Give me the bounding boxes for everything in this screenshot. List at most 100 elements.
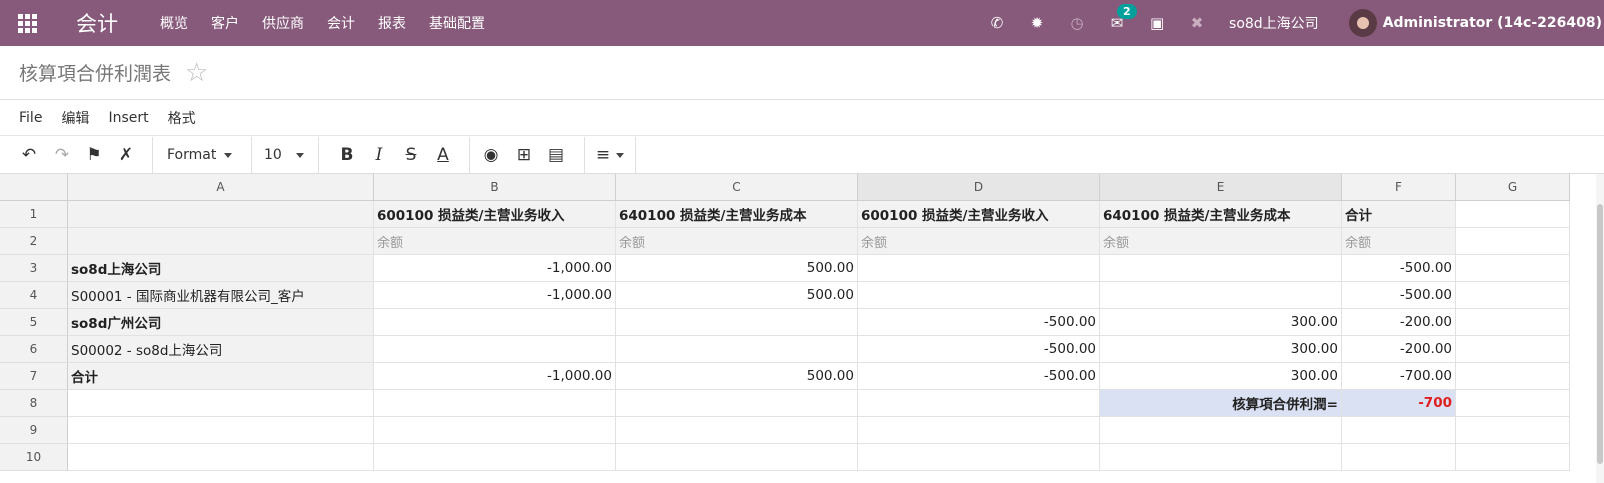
bold-icon[interactable]: B bbox=[331, 137, 363, 174]
sheet-cell[interactable]: S00001 - 国际商业机器有限公司_客户 bbox=[68, 282, 374, 309]
row-header[interactable]: 5 bbox=[0, 309, 68, 336]
sheet-cell[interactable] bbox=[1456, 228, 1570, 255]
menu-item-reporting[interactable]: 报表 bbox=[378, 13, 406, 33]
italic-icon[interactable]: I bbox=[363, 137, 395, 174]
sheet-cell[interactable]: S00002 - so8d上海公司 bbox=[68, 336, 374, 363]
sheet-cell[interactable] bbox=[374, 417, 616, 444]
sheet-cell[interactable] bbox=[68, 201, 374, 228]
sheet-cell[interactable]: -500.00 bbox=[858, 309, 1100, 336]
sheet-cell[interactable]: so8d上海公司 bbox=[68, 255, 374, 282]
sheet-cell[interactable]: 300.00 bbox=[1100, 363, 1342, 390]
favorite-star-icon[interactable]: ☆ bbox=[185, 58, 208, 88]
merge-cells-icon[interactable]: ▤ bbox=[540, 137, 572, 174]
menu-item-overview[interactable]: 概览 bbox=[160, 13, 188, 33]
sheet-cell[interactable]: -700.00 bbox=[1342, 363, 1456, 390]
clear-format-icon[interactable]: ✗ bbox=[110, 137, 142, 174]
row-header[interactable]: 2 bbox=[0, 228, 68, 255]
sheet-cell[interactable] bbox=[1100, 444, 1342, 471]
menu-edit[interactable]: 编辑 bbox=[61, 108, 89, 128]
sheet-cell[interactable]: -200.00 bbox=[1342, 309, 1456, 336]
sheet-cell[interactable] bbox=[68, 417, 374, 444]
row-header[interactable]: 3 bbox=[0, 255, 68, 282]
sheet-cell[interactable] bbox=[1456, 417, 1570, 444]
sheet-cell[interactable]: -500.00 bbox=[858, 336, 1100, 363]
sheet-cell[interactable] bbox=[858, 282, 1100, 309]
avatar[interactable] bbox=[1348, 9, 1377, 37]
sheet-cell[interactable]: 余额 bbox=[374, 228, 616, 255]
menu-insert[interactable]: Insert bbox=[108, 110, 148, 126]
text-color-icon[interactable]: A bbox=[427, 137, 459, 174]
sheet-cell[interactable] bbox=[858, 255, 1100, 282]
row-header[interactable]: 10 bbox=[0, 444, 68, 471]
phone-icon[interactable]: ✆ bbox=[977, 14, 1017, 32]
row-header[interactable]: 4 bbox=[0, 282, 68, 309]
page-title[interactable]: 核算項合併利潤表 bbox=[19, 59, 171, 86]
paint-format-icon[interactable]: ⚑ bbox=[78, 137, 110, 174]
bug-icon[interactable]: ✹ bbox=[1017, 14, 1057, 32]
menu-format[interactable]: 格式 bbox=[168, 108, 196, 128]
sheet-cell[interactable]: -1,000.00 bbox=[374, 255, 616, 282]
vertical-scrollbar[interactable] bbox=[1596, 174, 1604, 483]
corner-header[interactable] bbox=[0, 174, 68, 201]
sheet-cell[interactable]: 640100 损益类/主营业务成本 bbox=[1100, 201, 1342, 228]
column-header[interactable]: C bbox=[616, 174, 858, 201]
sheet-cell[interactable] bbox=[616, 336, 858, 363]
sheet-cell[interactable] bbox=[616, 444, 858, 471]
sheet-cell[interactable] bbox=[1456, 201, 1570, 228]
user-menu[interactable]: Administrator (14c-226408) bbox=[1383, 15, 1602, 31]
sheet-cell[interactable]: 余额 bbox=[616, 228, 858, 255]
sheet-cell[interactable]: 300.00 bbox=[1100, 309, 1342, 336]
row-header[interactable]: 7 bbox=[0, 363, 68, 390]
menu-item-configuration[interactable]: 基础配置 bbox=[429, 13, 485, 33]
align-dropdown[interactable]: ≡ bbox=[585, 137, 635, 174]
sheet-cell[interactable]: 余额 bbox=[1100, 228, 1342, 255]
sheet-cell[interactable] bbox=[858, 390, 1100, 417]
borders-icon[interactable]: ⊞ bbox=[508, 137, 540, 174]
sheet-cell[interactable] bbox=[68, 390, 374, 417]
sheet-cell[interactable]: -500.00 bbox=[1342, 255, 1456, 282]
sheet-cell[interactable] bbox=[68, 444, 374, 471]
column-header[interactable]: B bbox=[374, 174, 616, 201]
sheet-cell[interactable] bbox=[1456, 363, 1570, 390]
sheet-cell[interactable]: 600100 损益类/主营业务收入 bbox=[374, 201, 616, 228]
gift-icon[interactable]: ▣ bbox=[1137, 14, 1177, 32]
menu-file[interactable]: File bbox=[19, 110, 42, 126]
sheet-cell[interactable] bbox=[1456, 336, 1570, 363]
row-header[interactable]: 1 bbox=[0, 201, 68, 228]
sheet-cell[interactable] bbox=[374, 309, 616, 336]
sheet-cell[interactable] bbox=[616, 309, 858, 336]
row-header[interactable]: 9 bbox=[0, 417, 68, 444]
sheet-cell[interactable]: 640100 损益类/主营业务成本 bbox=[616, 201, 858, 228]
row-header[interactable]: 8 bbox=[0, 390, 68, 417]
fill-color-icon[interactable]: ◉ bbox=[474, 137, 508, 174]
row-header[interactable]: 6 bbox=[0, 336, 68, 363]
menu-item-customers[interactable]: 客户 bbox=[211, 13, 239, 33]
sheet-cell[interactable]: 500.00 bbox=[616, 363, 858, 390]
undo-icon[interactable]: ↶ bbox=[12, 137, 46, 174]
sheet-cell[interactable] bbox=[1456, 282, 1570, 309]
sheet-cell[interactable]: -500.00 bbox=[858, 363, 1100, 390]
sheet-cell[interactable]: -1,000.00 bbox=[374, 282, 616, 309]
sheet-cell[interactable]: 500.00 bbox=[616, 255, 858, 282]
column-header[interactable]: F bbox=[1342, 174, 1456, 201]
messages-icon[interactable]: ✉ 2 bbox=[1097, 4, 1137, 32]
format-dropdown[interactable]: Format bbox=[153, 147, 251, 163]
tools-icon[interactable]: ✖ bbox=[1177, 14, 1217, 32]
sheet-cell[interactable]: -1,000.00 bbox=[374, 363, 616, 390]
column-header[interactable]: G bbox=[1456, 174, 1570, 201]
column-header[interactable]: A bbox=[68, 174, 374, 201]
sheet-cell[interactable] bbox=[1456, 390, 1570, 417]
sheet-cell[interactable]: so8d广州公司 bbox=[68, 309, 374, 336]
font-size-dropdown[interactable]: 10 bbox=[252, 147, 318, 163]
sheet-cell[interactable]: 合计 bbox=[68, 363, 374, 390]
menu-item-vendors[interactable]: 供应商 bbox=[262, 13, 304, 33]
column-header[interactable]: D bbox=[858, 174, 1100, 201]
sheet-cell[interactable]: 500.00 bbox=[616, 282, 858, 309]
sheet-cell[interactable] bbox=[1342, 417, 1456, 444]
company-switcher[interactable]: so8d上海公司 bbox=[1229, 13, 1319, 33]
sheet-cell[interactable]: 合计 bbox=[1342, 201, 1456, 228]
sheet-cell[interactable]: -500.00 bbox=[1342, 282, 1456, 309]
redo-icon[interactable]: ↷ bbox=[46, 137, 78, 174]
sheet-cell[interactable]: 余额 bbox=[1342, 228, 1456, 255]
sheet-cell[interactable] bbox=[858, 417, 1100, 444]
